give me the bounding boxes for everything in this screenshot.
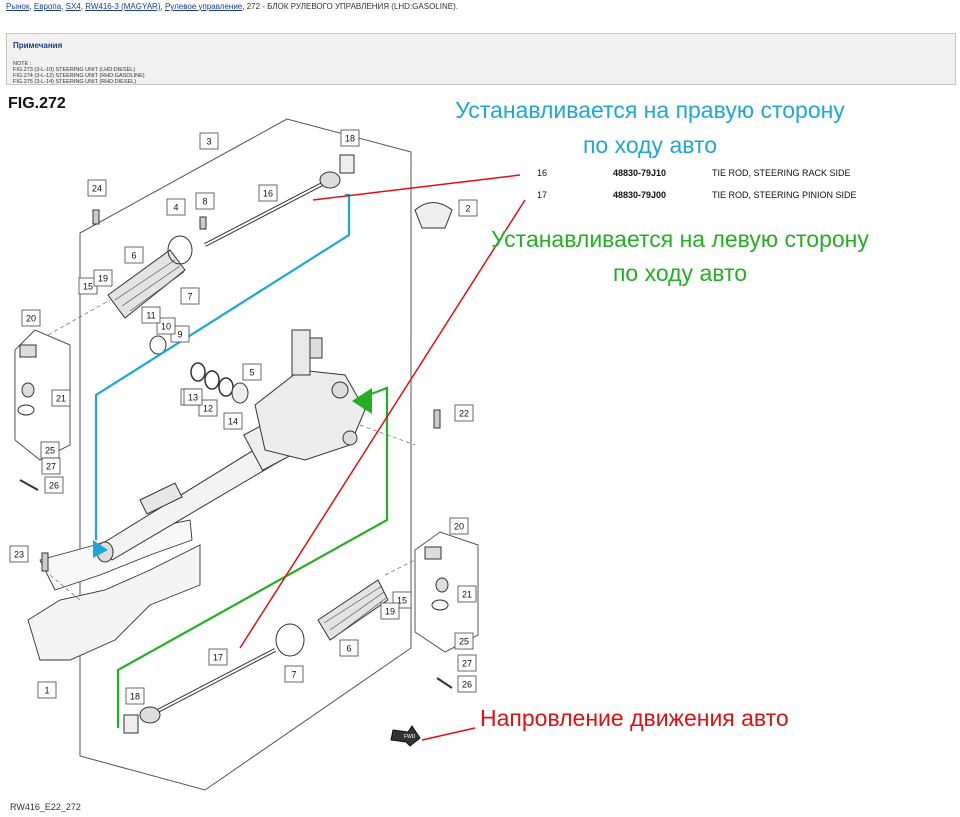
callout-21: 21 (457, 585, 477, 603)
callout-5: 5 (242, 363, 262, 381)
callout-number: 23 (14, 550, 24, 560)
fwd-label: FWD (404, 734, 416, 740)
boot-lower (317, 579, 389, 641)
callout-number: 2 (465, 204, 470, 214)
part-no: 16 (537, 168, 548, 178)
callout-27: 27 (457, 654, 477, 672)
callout-number: 7 (291, 670, 296, 680)
callout-18: 18 (125, 687, 145, 705)
callout-number: 6 (131, 251, 136, 261)
callout-22: 22 (454, 404, 474, 422)
fwd-arrow-icon: FWD (390, 725, 421, 747)
callout-number: 26 (49, 481, 59, 491)
callout-7: 7 (180, 287, 200, 305)
callout-number: 25 (459, 637, 469, 647)
callout-number: 13 (188, 393, 198, 403)
callout-17: 17 (208, 648, 228, 666)
annotation-direction: Напровление движения авто (480, 705, 789, 731)
dust-cover (414, 202, 453, 229)
callout-23: 23 (9, 545, 29, 563)
callout-number: 12 (203, 404, 213, 414)
part-name: TIE ROD, STEERING RACK SIDE (712, 168, 851, 178)
callout-number: 10 (161, 322, 171, 332)
callout-number: 17 (213, 653, 223, 663)
annotation-left-side-line2: по ходу авто (612, 260, 748, 286)
callout-14: 14 (223, 412, 243, 430)
part-number: 48830-79J10 (613, 168, 667, 178)
callout-number: 19 (385, 607, 395, 617)
callout-24: 24 (87, 179, 107, 197)
callout-7: 7 (284, 665, 304, 683)
callout-number: 26 (462, 680, 472, 690)
callout-number: 7 (187, 292, 192, 302)
callout-number: 11 (146, 311, 155, 321)
annotation-right-side-line2: по ходу авто (582, 132, 718, 158)
tie-rod-rack-side (204, 154, 355, 247)
callout-26: 26 (457, 675, 477, 693)
callout-number: 22 (459, 409, 469, 419)
callout-2: 2 (458, 199, 478, 217)
callout-number: 8 (202, 197, 207, 207)
callout-number: 5 (249, 368, 254, 378)
callout-number: 27 (46, 462, 56, 472)
callout-18: 18 (340, 129, 360, 147)
callout-20: 20 (21, 309, 41, 327)
tie-rod-pinion-side (123, 648, 276, 734)
callout-number: 21 (462, 590, 472, 600)
callout-13: 13 (183, 388, 203, 406)
part-no: 17 (537, 190, 548, 200)
callout-19: 19 (93, 269, 113, 287)
red-line-part16 (312, 174, 521, 201)
red-line-direction (421, 727, 476, 741)
part-number: 48830-79J00 (613, 190, 667, 200)
callout-25: 25 (40, 441, 60, 459)
callout-number: 27 (462, 659, 472, 669)
callout-number: 18 (345, 134, 355, 144)
callout-6: 6 (339, 639, 359, 657)
callout-11: 11 (141, 306, 161, 324)
callout-number: 1 (44, 686, 49, 696)
callout-number: 25 (45, 446, 55, 456)
callout-21: 21 (51, 389, 71, 407)
callout-8: 8 (195, 192, 215, 210)
callout-16: 16 (258, 184, 278, 202)
callout-27: 27 (41, 457, 61, 475)
callout-4: 4 (166, 198, 186, 216)
callout-number: 4 (173, 203, 178, 213)
part-name: TIE ROD, STEERING PINION SIDE (712, 190, 857, 200)
callout-19: 19 (380, 602, 400, 620)
gear-housing (254, 329, 366, 461)
callout-number: 16 (263, 189, 273, 199)
callout-20: 20 (449, 517, 469, 535)
callout-number: 21 (56, 394, 66, 404)
callout-26: 26 (44, 476, 64, 494)
annotation-right-side-line1: Устанавливается на правую сторону (455, 97, 845, 123)
callout-number: 3 (206, 137, 211, 147)
callout-number: 20 (26, 314, 36, 324)
callout-number: 14 (228, 417, 238, 427)
callout-25: 25 (454, 632, 474, 650)
callout-number: 20 (454, 522, 464, 532)
callout-number: 18 (130, 692, 140, 702)
callout-3: 3 (199, 132, 219, 150)
figure-code: RW416_E22_272 (10, 802, 81, 812)
callout-number: 15 (83, 282, 93, 292)
callout-number: 19 (98, 274, 108, 284)
callout-number: 6 (346, 644, 351, 654)
annotation-left-side-line1: Устанавливается на левую сторону (491, 226, 869, 252)
callout-number: 24 (92, 184, 102, 194)
callout-6: 6 (124, 246, 144, 264)
callout-number: 9 (177, 330, 182, 340)
callout-1: 1 (37, 681, 57, 699)
